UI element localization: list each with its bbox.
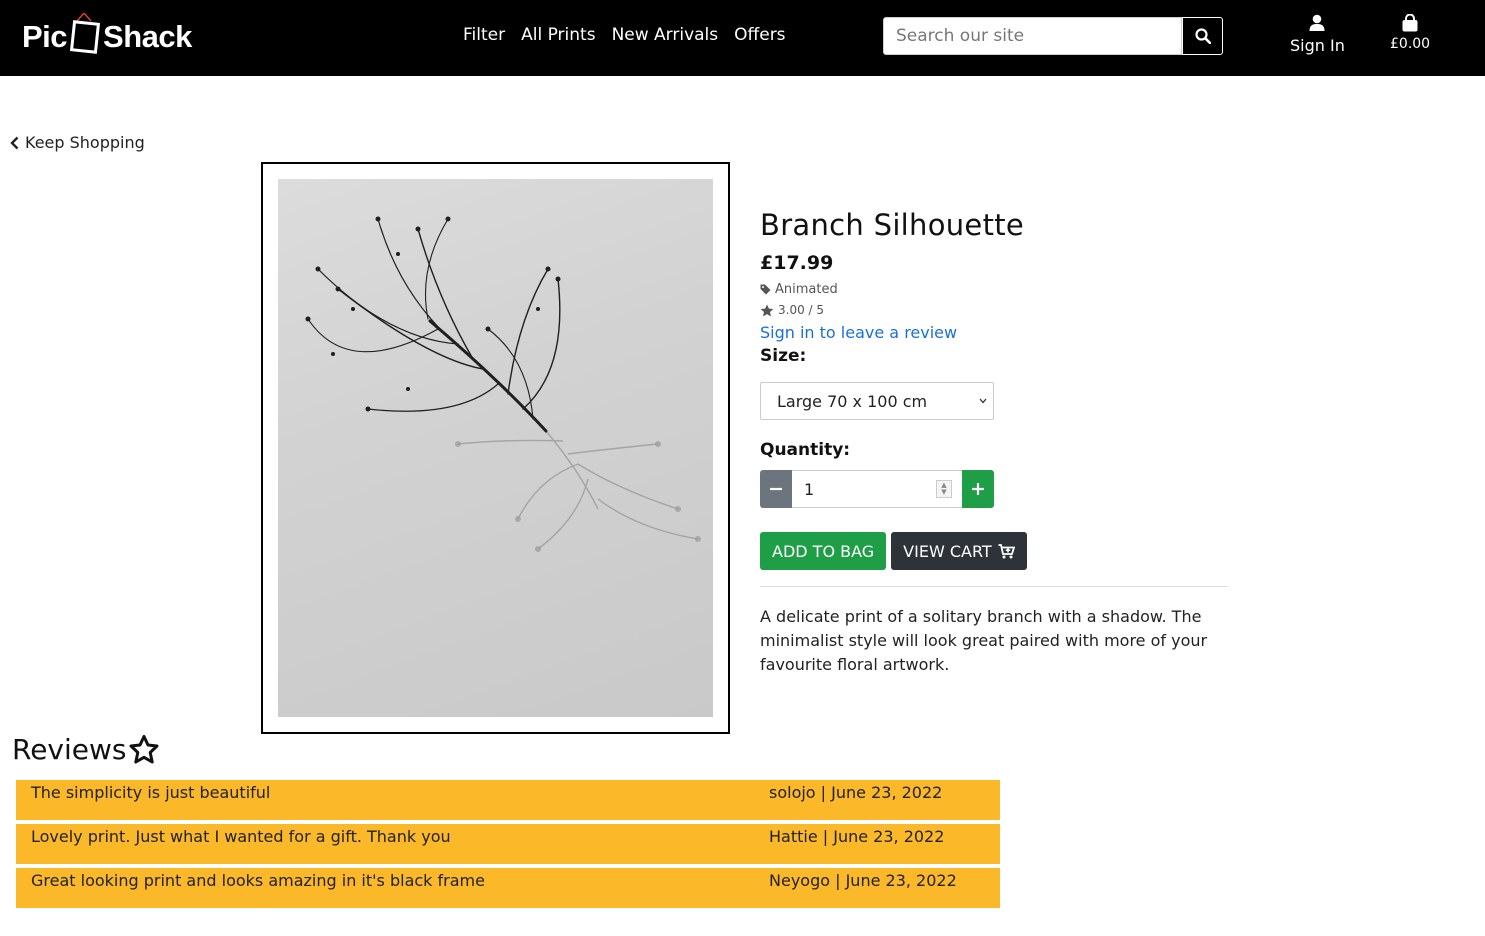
quantity-label: Quantity: [760, 440, 851, 460]
product-rating: 3.00 / 5 [760, 303, 1228, 317]
chevron-down-icon [979, 398, 987, 404]
review-byline: Neyogo | June 23, 2022 [769, 871, 957, 890]
tag-icon [760, 284, 771, 295]
review-byline: Hattie | June 23, 2022 [769, 827, 945, 846]
star-icon [760, 304, 774, 316]
category-label: Animated [775, 282, 838, 297]
quantity-stepper: 1 ▲ ▼ [760, 470, 994, 508]
shopping-bag-icon [1402, 14, 1418, 32]
add-to-bag-button[interactable]: ADD TO BAG [760, 532, 887, 570]
keep-shopping-link[interactable]: Keep Shopping [10, 133, 145, 152]
site-header: Pic Shack Filter All Prints New Arrivals… [0, 0, 1485, 76]
site-logo[interactable]: Pic Shack [22, 12, 192, 62]
product-image-frame [261, 162, 730, 734]
product-category[interactable]: Animated [760, 282, 1228, 297]
nav-filter[interactable]: Filter [463, 25, 505, 45]
nav-new-arrivals[interactable]: New Arrivals [612, 25, 719, 45]
nav-all-prints[interactable]: All Prints [521, 25, 595, 45]
review-item: Great looking print and looks amazing in… [16, 868, 1000, 908]
increment-button[interactable] [962, 470, 994, 508]
review-text: The simplicity is just beautiful [31, 783, 271, 802]
sign-in-button[interactable]: Sign In [1290, 14, 1345, 55]
product-description: A delicate print of a solitary branch wi… [760, 607, 1208, 674]
logo-text-right: Shack [103, 19, 192, 54]
sign-in-review-link[interactable]: Sign in to leave a review [760, 323, 1228, 342]
product-info: Branch Silhouette £17.99 Animated 3.00 /… [760, 208, 1228, 677]
reviews-list: The simplicity is just beautiful solojo … [16, 780, 1000, 912]
review-byline: solojo | June 23, 2022 [769, 783, 943, 802]
decrement-button[interactable] [760, 470, 792, 508]
cart-plus-icon [998, 543, 1015, 558]
nav-offers[interactable]: Offers [734, 25, 785, 45]
review-text: Great looking print and looks amazing in… [31, 871, 485, 890]
rating-value: 3.00 / 5 [778, 303, 825, 317]
minus-icon [770, 487, 782, 491]
spin-down-icon: ▼ [941, 488, 947, 496]
size-selected-value: Large 70 x 100 cm [777, 391, 928, 411]
search-icon [1194, 28, 1211, 44]
review-text: Lovely print. Just what I wanted for a g… [31, 827, 451, 846]
review-item: The simplicity is just beautiful solojo … [16, 780, 1000, 820]
product-image[interactable] [278, 179, 713, 717]
view-cart-label: VIEW CART [903, 541, 992, 561]
quantity-value: 1 [804, 479, 815, 499]
size-label: Size: [760, 346, 807, 366]
product-actions: ADD TO BAG VIEW CART [760, 532, 1228, 570]
user-icon [1309, 14, 1325, 31]
search-bar [883, 17, 1223, 55]
size-select[interactable]: Large 70 x 100 cm [760, 382, 994, 420]
view-cart-button[interactable]: VIEW CART [891, 532, 1027, 570]
logo-text-left: Pic [22, 19, 68, 54]
keep-shopping-label: Keep Shopping [25, 133, 145, 152]
quantity-input[interactable]: 1 ▲ ▼ [792, 470, 962, 508]
search-button[interactable] [1182, 17, 1223, 55]
logo-frame-icon [69, 13, 101, 55]
reviews-title-text: Reviews [12, 733, 127, 766]
star-outline-icon [129, 735, 158, 764]
product-price: £17.99 [760, 252, 834, 274]
reviews-heading: Reviews [12, 733, 159, 766]
main-nav: Filter All Prints New Arrivals Offers [463, 25, 786, 45]
cart-button[interactable]: £0.00 [1390, 14, 1430, 52]
sign-in-label: Sign In [1290, 36, 1345, 55]
add-to-bag-label: ADD TO BAG [772, 541, 875, 561]
search-input[interactable] [883, 17, 1182, 55]
cart-total: £0.00 [1390, 36, 1431, 52]
chevron-left-icon [10, 136, 19, 149]
review-item: Lovely print. Just what I wanted for a g… [16, 824, 1000, 864]
product-title: Branch Silhouette [760, 208, 1025, 242]
plus-icon [972, 483, 984, 495]
divider [760, 586, 1228, 587]
spin-buttons[interactable]: ▲ ▼ [936, 480, 952, 498]
